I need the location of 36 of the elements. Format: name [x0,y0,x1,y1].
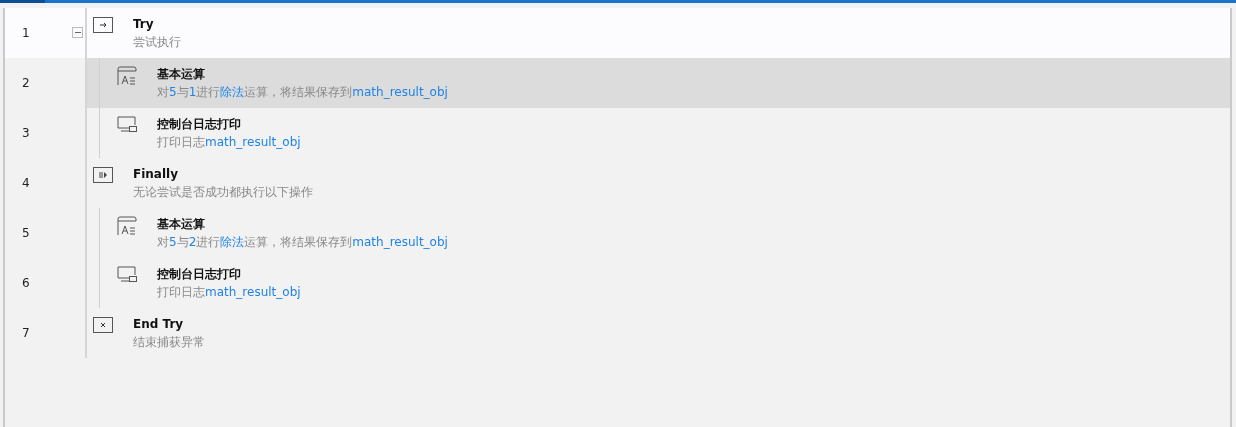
pause-play-box-icon [93,167,113,183]
monitor-print-icon [117,266,137,284]
collapse-button[interactable] [72,27,83,38]
line-number: 7 [22,326,30,340]
step-title: Try [133,16,155,33]
monitor-print-icon [117,116,137,134]
line-number: 5 [22,226,30,240]
step-description: 结束捕获异常 [133,334,205,351]
step-title: 基本运算 [157,66,206,83]
step-title: Finally [133,166,179,183]
step-description: 对5与2进行除法运算，将结果保存到math_result_obj [157,234,448,251]
step-row[interactable]: Try 尝试执行 [87,8,1230,58]
step-title: 基本运算 [157,216,206,233]
line-number: 6 [22,276,30,290]
step-title: 控制台日志打印 [157,116,242,133]
line-number: 2 [22,76,30,90]
step-description: 对5与1进行除法运算，将结果保存到math_result_obj [157,84,448,101]
line-number: 4 [22,176,30,190]
step-row[interactable]: 基本运算 对5与2进行除法运算，将结果保存到math_result_obj [87,208,1230,258]
step-row[interactable]: 控制台日志打印 打印日志math_result_obj [87,108,1230,158]
step-row[interactable]: 控制台日志打印 打印日志math_result_obj [87,258,1230,308]
calculator-text-icon [117,216,137,236]
step-description: 打印日志math_result_obj [157,284,301,301]
line-number: 3 [22,126,30,140]
step-description: 尝试执行 [133,34,181,51]
step-title: 控制台日志打印 [157,266,242,283]
x-box-icon [93,317,113,333]
step-row[interactable]: 基本运算 对5与1进行除法运算，将结果保存到math_result_obj [87,58,1230,108]
step-title: End Try [133,316,185,333]
arrow-box-icon [93,17,113,33]
step-row[interactable]: Finally 无论尝试是否成功都执行以下操作 [87,158,1230,208]
calculator-text-icon [117,66,137,86]
step-description: 打印日志math_result_obj [157,134,301,151]
line-number: 1 [22,26,30,40]
step-row[interactable]: End Try 结束捕获异常 [87,308,1230,358]
step-description: 无论尝试是否成功都执行以下操作 [133,184,313,201]
